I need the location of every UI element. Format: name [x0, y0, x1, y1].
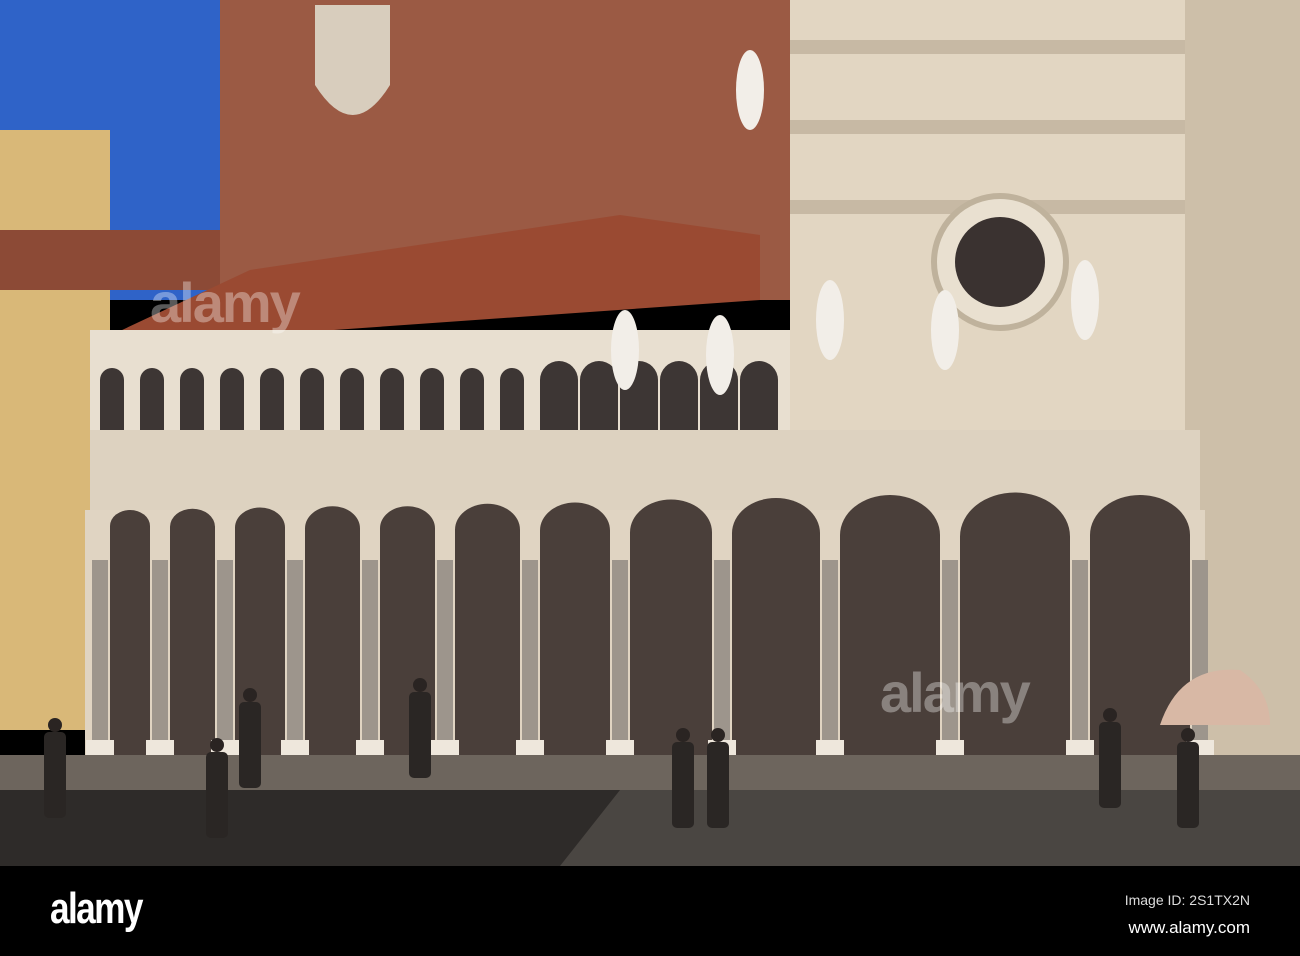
- column: [217, 560, 233, 745]
- column: [287, 560, 303, 745]
- column: [362, 560, 378, 745]
- person-head: [1103, 708, 1117, 722]
- person: [239, 702, 261, 788]
- person-head: [676, 728, 690, 742]
- upper-arch-opening: [660, 361, 698, 440]
- statue: [1071, 260, 1099, 340]
- statue: [736, 50, 764, 130]
- photo-piazza-loggia: [0, 0, 1300, 866]
- column: [822, 560, 838, 745]
- column: [152, 560, 168, 745]
- upper-arch-opening: [140, 368, 164, 440]
- column: [1072, 560, 1088, 745]
- upper-arch-opening: [340, 368, 364, 440]
- shadow-on-ground: [0, 790, 620, 866]
- lower-arch-opening: [630, 499, 712, 760]
- upper-arch-opening: [500, 368, 524, 440]
- person: [206, 752, 228, 838]
- person: [1177, 742, 1199, 828]
- person: [1099, 722, 1121, 808]
- stock-photo-page: alamy alamy alamy Image ID: 2S1TX2N www.…: [0, 0, 1300, 956]
- upper-arch-opening: [460, 368, 484, 440]
- statue: [706, 315, 734, 395]
- statue: [931, 290, 959, 370]
- person-head: [711, 728, 725, 742]
- facade-band: [790, 40, 1190, 54]
- lower-arch-opening: [455, 503, 520, 760]
- column: [92, 560, 108, 745]
- upper-arch-opening: [740, 361, 778, 440]
- person-head: [210, 738, 224, 752]
- lower-arch-opening: [540, 502, 610, 760]
- lower-arch-opening: [305, 506, 360, 760]
- lower-arch-opening: [732, 498, 820, 760]
- upper-arch-opening: [420, 368, 444, 440]
- statue: [816, 280, 844, 360]
- watermark: alamy: [150, 271, 301, 334]
- column: [437, 560, 453, 745]
- upper-arch-opening: [380, 368, 404, 440]
- person: [672, 742, 694, 828]
- alamy-logo[interactable]: alamy: [50, 884, 143, 934]
- upper-arch-opening: [540, 361, 578, 440]
- column: [612, 560, 628, 745]
- lower-arch-opening: [170, 508, 215, 760]
- upper-arch-opening: [180, 368, 204, 440]
- upper-arch-opening: [260, 368, 284, 440]
- column: [714, 560, 730, 745]
- image-id: Image ID: 2S1TX2N: [1124, 892, 1250, 908]
- person-head: [48, 718, 62, 732]
- upper-arch-opening: [220, 368, 244, 440]
- person: [707, 742, 729, 828]
- watermark: alamy: [880, 661, 1031, 724]
- statue: [611, 310, 639, 390]
- person-head: [1181, 728, 1195, 742]
- rose-window-glass: [955, 217, 1045, 307]
- person-head: [413, 678, 427, 692]
- site-url[interactable]: www.alamy.com: [1128, 918, 1250, 938]
- person: [44, 732, 66, 818]
- lower-arch-opening: [110, 510, 150, 760]
- person: [409, 692, 431, 778]
- column: [522, 560, 538, 745]
- facade-band: [790, 120, 1190, 134]
- upper-arch-opening: [580, 361, 618, 440]
- tower-coat-of-arms: [315, 5, 390, 115]
- upper-arch-opening: [300, 368, 324, 440]
- person-head: [243, 688, 257, 702]
- upper-arch-opening: [100, 368, 124, 440]
- footer-bar: alamy Image ID: 2S1TX2N www.alamy.com: [0, 866, 1300, 956]
